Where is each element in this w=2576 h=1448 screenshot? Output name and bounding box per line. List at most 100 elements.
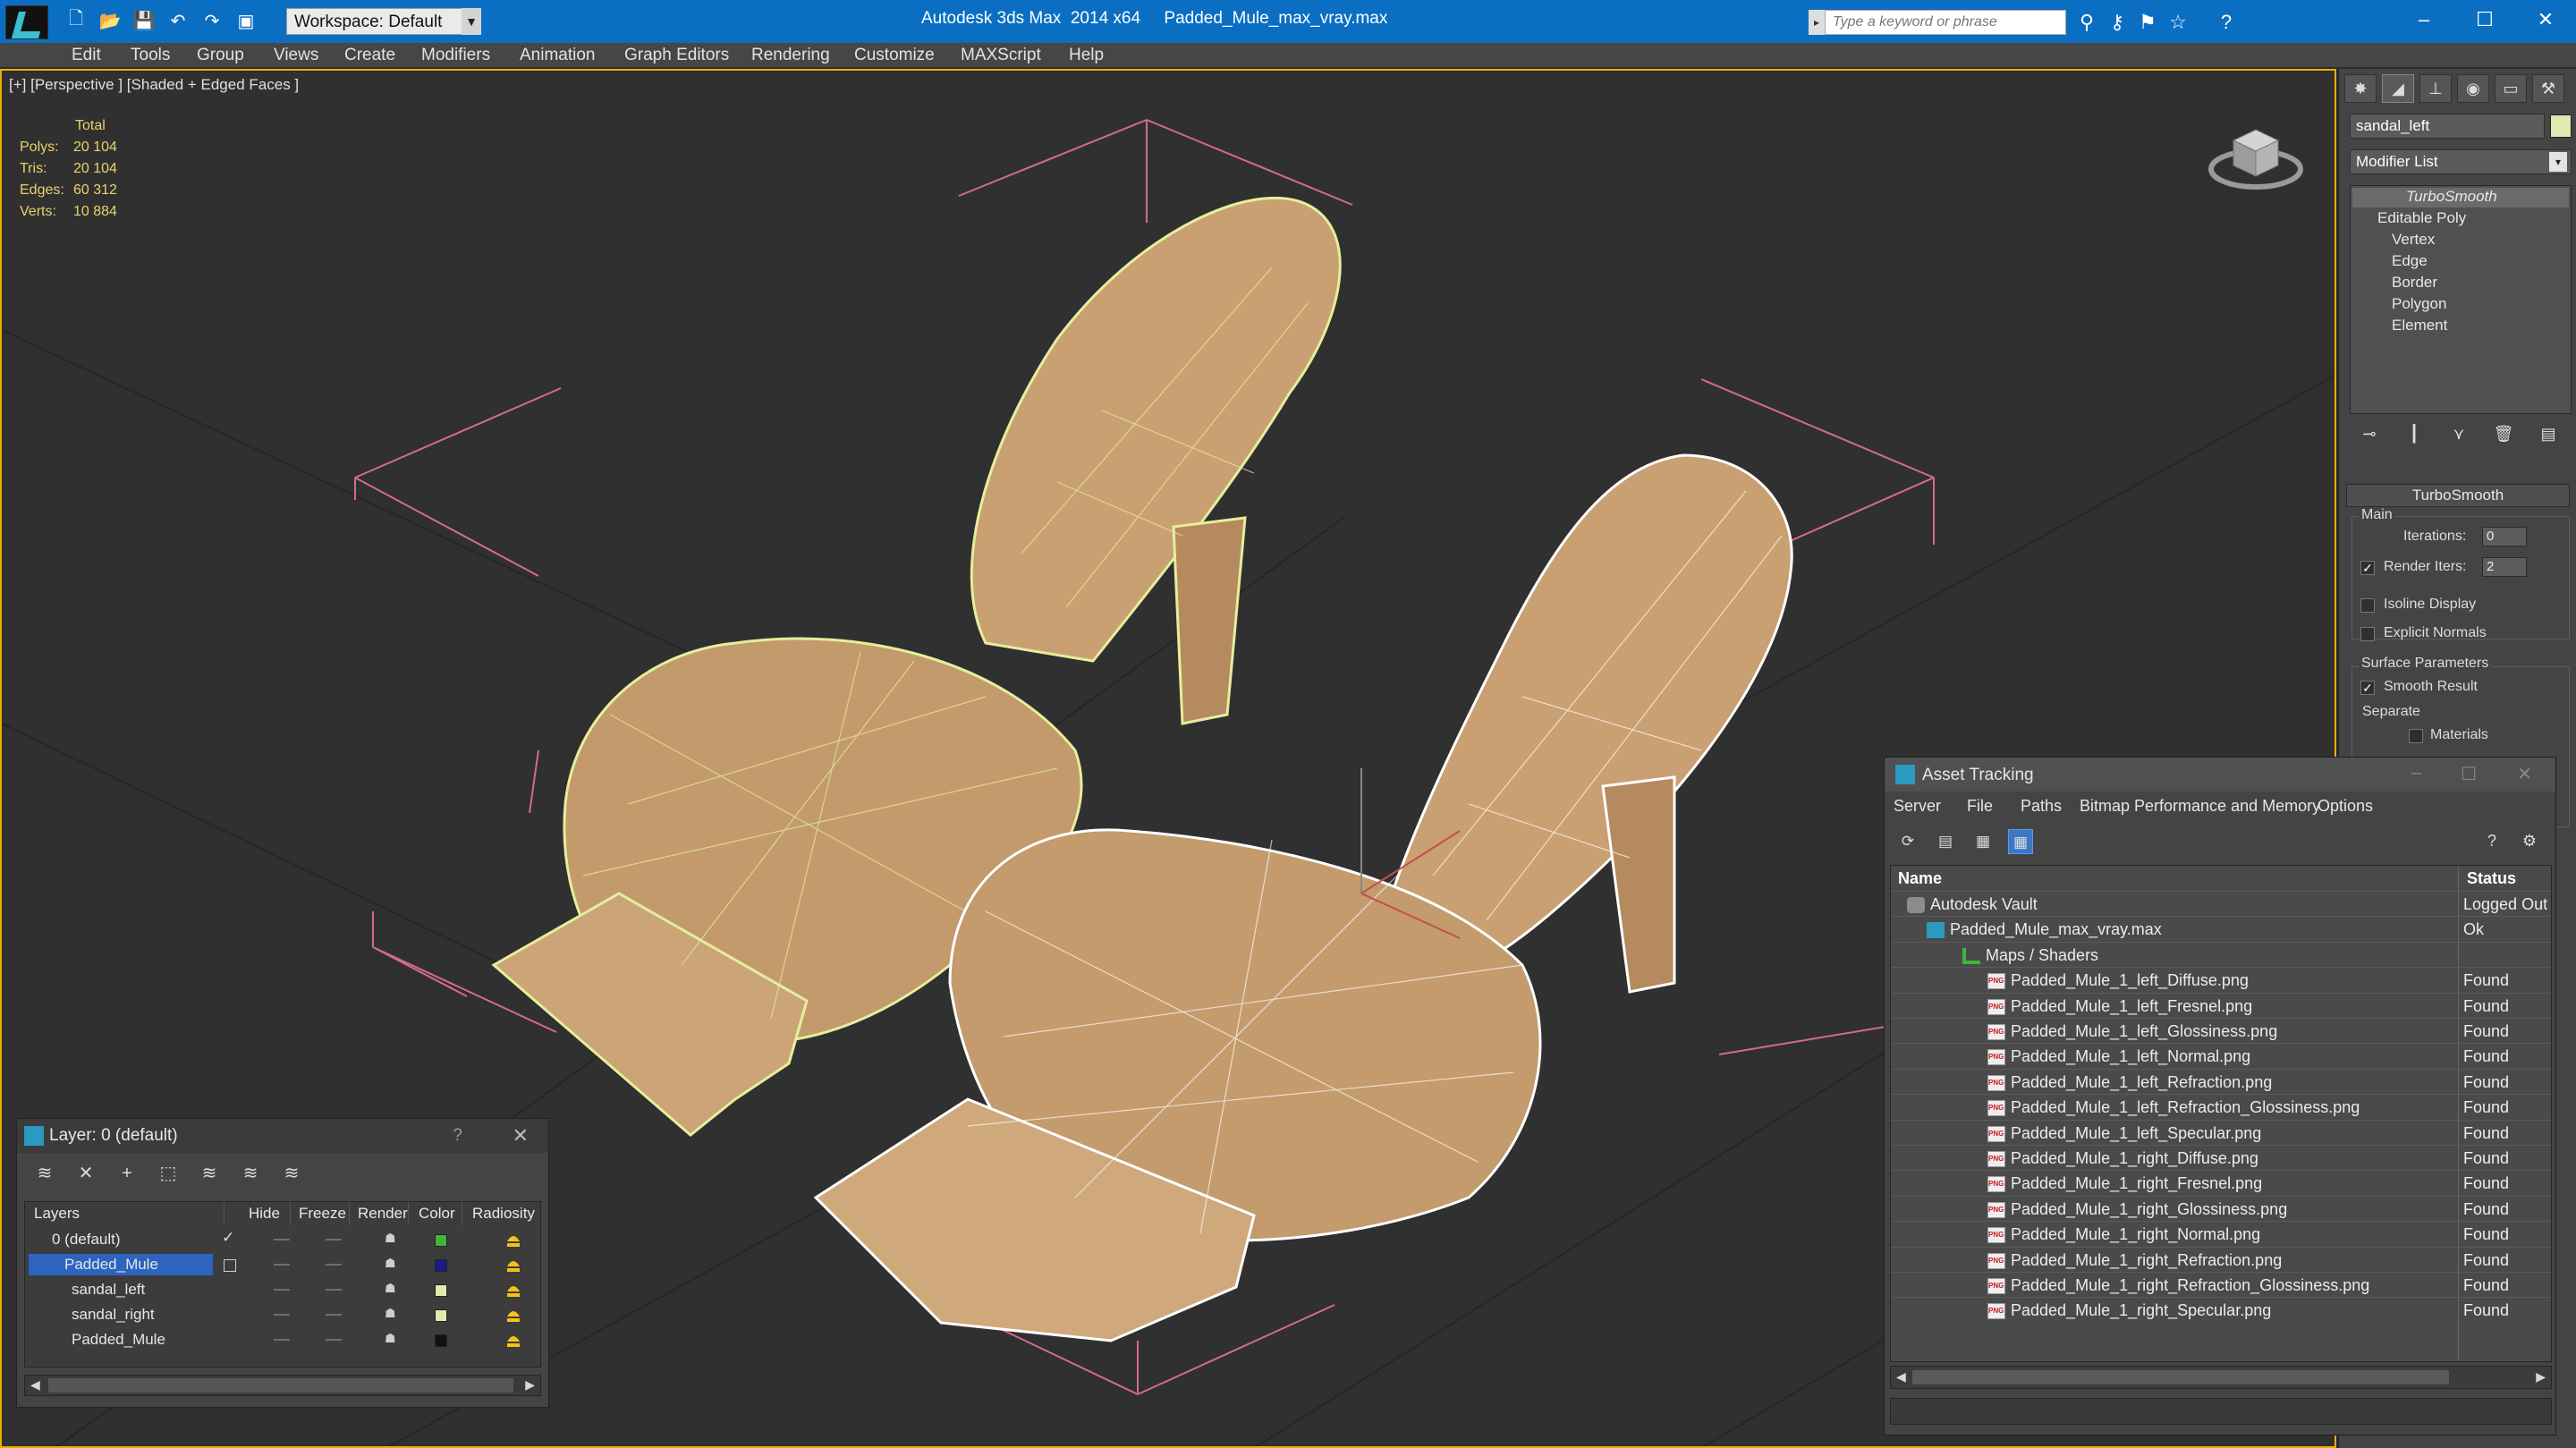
stack-item-turbosmooth[interactable]: TurboSmooth — [2352, 188, 2569, 207]
asset-row[interactable]: Padded_Mule_1_left_Normal.png Found — [1891, 1043, 2551, 1068]
details-view-icon[interactable]: ▦ — [1970, 829, 1996, 854]
highlight-layer-icon[interactable]: ≋ — [198, 1162, 221, 1185]
radiosity-bulb-icon[interactable] — [504, 1229, 522, 1249]
table-view-icon[interactable]: ▦ — [2008, 829, 2033, 854]
configure-modifier-sets-icon[interactable]: ▤ — [2536, 421, 2561, 446]
refresh-icon[interactable]: ⟳ — [1895, 829, 1920, 854]
menu-animation[interactable]: Animation — [520, 46, 596, 65]
render-teapot-icon[interactable]: ☗ — [385, 1331, 401, 1345]
stack-item-border[interactable]: Border — [2392, 274, 2437, 292]
menu-edit[interactable]: Edit — [72, 46, 101, 65]
asset-path-field[interactable] — [1890, 1398, 2552, 1425]
column-layers[interactable]: Layers — [34, 1202, 80, 1225]
object-name-field[interactable]: sandal_left — [2350, 114, 2545, 139]
render-teapot-icon[interactable]: ☗ — [385, 1231, 401, 1245]
search-expand-icon[interactable]: ▸ — [1809, 10, 1825, 35]
utilities-tab-icon[interactable]: ⚒ — [2532, 74, 2564, 103]
hide-toggle[interactable] — [274, 1289, 290, 1291]
viewcube-icon[interactable] — [2207, 114, 2305, 194]
radiosity-bulb-icon[interactable] — [504, 1304, 522, 1324]
redo-icon[interactable]: ↷ — [199, 7, 225, 34]
stack-item-edge[interactable]: Edge — [2392, 252, 2428, 270]
asset-row[interactable]: Padded_Mule_1_left_Refraction.png Found — [1891, 1068, 2551, 1094]
freeze-toggle[interactable] — [326, 1314, 342, 1316]
radiosity-bulb-icon[interactable] — [504, 1329, 522, 1349]
help-icon[interactable]: ? — [453, 1126, 462, 1146]
menu-modifiers[interactable]: Modifiers — [421, 46, 490, 65]
layer-row[interactable]: sandal_right ☗ — [25, 1302, 540, 1327]
menu-customize[interactable]: Customize — [854, 46, 935, 65]
layer-row[interactable]: 0 (default) ✓ ☗ — [25, 1227, 540, 1252]
minimize-icon[interactable]: – — [2411, 763, 2421, 783]
close-icon[interactable]: ✕ — [2515, 0, 2576, 39]
current-layer-box[interactable] — [224, 1259, 236, 1272]
radiosity-bulb-icon[interactable] — [504, 1279, 522, 1299]
isoline-display-checkbox[interactable] — [2360, 598, 2375, 613]
show-end-result-icon[interactable]: ┃ — [2402, 421, 2427, 446]
minimize-icon[interactable]: – — [2394, 0, 2454, 39]
asset-row[interactable]: Padded_Mule_1_right_Fresnel.png Found — [1891, 1170, 2551, 1195]
stack-item-element[interactable]: Element — [2392, 317, 2447, 334]
scroll-right-icon[interactable]: ▶ — [2536, 1369, 2546, 1384]
maximize-icon[interactable]: ☐ — [2461, 763, 2477, 785]
asset-row[interactable]: Padded_Mule_max_vray.max Ok — [1891, 916, 2551, 941]
column-color[interactable]: Color — [419, 1202, 455, 1225]
scrollbar-thumb[interactable] — [48, 1378, 513, 1393]
modify-tab-icon[interactable]: ◢ — [2382, 74, 2414, 103]
layer-color-swatch[interactable] — [435, 1284, 447, 1297]
render-teapot-icon[interactable]: ☗ — [385, 1256, 401, 1270]
asset-horizontal-scrollbar[interactable]: ◀ ▶ — [1890, 1366, 2552, 1389]
open-file-icon[interactable]: 📂 — [97, 7, 123, 34]
asset-row[interactable]: Padded_Mule_1_right_Glossiness.png Found — [1891, 1195, 2551, 1221]
delete-layer-icon[interactable]: ✕ — [74, 1162, 97, 1185]
render-teapot-icon[interactable]: ☗ — [385, 1306, 401, 1320]
save-file-icon[interactable]: 💾 — [131, 7, 157, 34]
asset-dialog-titlebar[interactable]: Asset Tracking – ☐ ✕ — [1885, 758, 2555, 792]
asset-menu-options[interactable]: Options — [2318, 797, 2373, 816]
asset-menu-server[interactable]: Server — [1894, 797, 1941, 816]
layer-row[interactable]: sandal_left ☗ — [25, 1277, 540, 1302]
materials-checkbox[interactable] — [2409, 729, 2423, 743]
column-radiosity[interactable]: Radiosity — [472, 1202, 535, 1225]
list-view-icon[interactable]: ▤ — [1933, 829, 1958, 854]
asset-menu-paths[interactable]: Paths — [2021, 797, 2062, 816]
asset-row[interactable]: Padded_Mule_1_right_Refraction_Glossines… — [1891, 1272, 2551, 1297]
render-iters-checkbox[interactable]: ✓ — [2360, 561, 2375, 575]
scrollbar-thumb[interactable] — [1912, 1370, 2449, 1384]
help-icon[interactable]: ? — [2480, 829, 2504, 852]
layer-color-swatch[interactable] — [435, 1234, 447, 1247]
hide-toggle[interactable] — [274, 1239, 290, 1241]
menu-group[interactable]: Group — [197, 46, 244, 65]
hierarchy-tab-icon[interactable]: ⊥ — [2419, 74, 2452, 103]
add-layer-icon[interactable]: + — [115, 1162, 139, 1185]
hide-toggle[interactable] — [274, 1264, 290, 1266]
iterations-spinner[interactable]: 0 — [2482, 527, 2527, 546]
communication-center-icon[interactable]: ⚑ — [2136, 11, 2159, 34]
menu-help[interactable]: Help — [1069, 46, 1104, 65]
hide-all-icon[interactable]: ≋ — [239, 1162, 262, 1185]
stack-item-vertex[interactable]: Vertex — [2392, 231, 2435, 249]
render-teapot-icon[interactable]: ☗ — [385, 1281, 401, 1295]
close-icon[interactable]: ✕ — [2517, 763, 2532, 785]
menu-rendering[interactable]: Rendering — [751, 46, 830, 65]
stack-item-polygon[interactable]: Polygon — [2392, 295, 2446, 313]
make-unique-icon[interactable]: ⋎ — [2446, 421, 2471, 446]
freeze-toggle[interactable] — [326, 1239, 342, 1241]
workspace-dropdown[interactable]: Workspace: Default▾ — [286, 8, 481, 35]
key-icon[interactable]: ⚷ — [2106, 11, 2129, 34]
current-layer-check-icon[interactable]: ✓ — [222, 1229, 234, 1247]
create-tab-icon[interactable]: ✸ — [2344, 74, 2377, 103]
stack-item-editable-poly[interactable]: Editable Poly — [2377, 209, 2466, 227]
asset-row[interactable]: Autodesk Vault Logged Out — [1891, 891, 2551, 916]
project-folder-icon[interactable]: ▣ — [233, 7, 259, 34]
asset-row[interactable]: Padded_Mule_1_right_Refraction.png Found — [1891, 1246, 2551, 1272]
column-render[interactable]: Render — [358, 1202, 408, 1225]
asset-menu-file[interactable]: File — [1967, 797, 1993, 816]
asset-row[interactable]: Padded_Mule_1_left_Refraction_Glossiness… — [1891, 1094, 2551, 1119]
remove-modifier-icon[interactable]: 🗑 — [2491, 421, 2516, 446]
customize-toolbar-arrow-icon[interactable]: ▼ — [462, 8, 481, 35]
menu-views[interactable]: Views — [274, 46, 318, 65]
layer-color-swatch[interactable] — [435, 1259, 447, 1272]
menu-maxscript[interactable]: MAXScript — [961, 46, 1041, 65]
column-name[interactable]: Name — [1898, 866, 1942, 891]
